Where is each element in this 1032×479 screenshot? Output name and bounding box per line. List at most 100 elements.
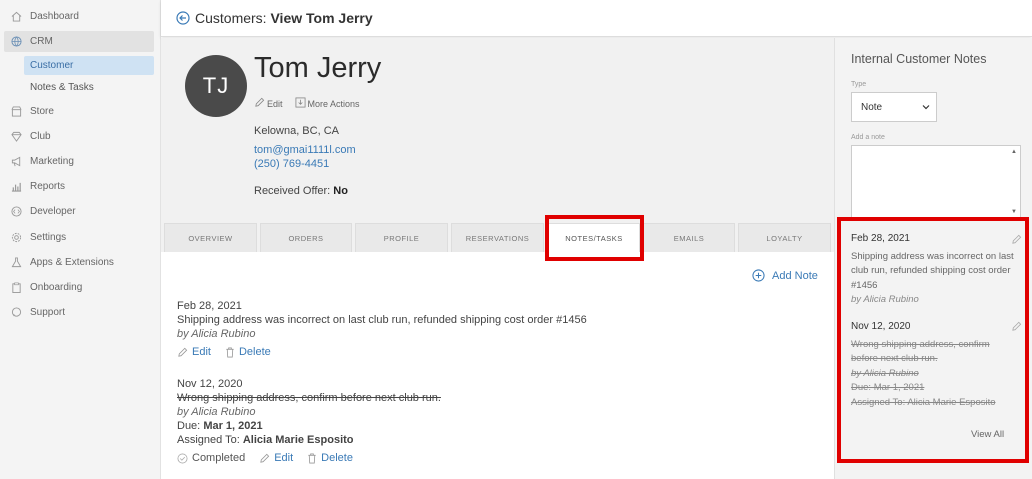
scroll-down-icon[interactable]: ▼ [1011, 209, 1017, 215]
tab-profile[interactable]: PROFILE [355, 223, 448, 252]
panel-title: Internal Customer Notes [851, 52, 987, 66]
plus-circle-icon [752, 269, 765, 282]
gear-icon [10, 232, 22, 244]
check-circle-icon [177, 453, 188, 463]
sidebar-subitem-label: Customer [30, 60, 74, 71]
sidebar-subitem-customer[interactable]: Customer [24, 56, 154, 75]
edit-note-button[interactable]: Edit [177, 346, 211, 358]
delete-note-label: Delete [321, 452, 353, 464]
note-assigned: Assigned To: Alicia Marie Esposito [177, 433, 441, 447]
sidebar-item-crm[interactable]: CRM [4, 31, 154, 52]
avatar: TJ [185, 55, 247, 117]
add-note-button[interactable]: Add Note [752, 269, 818, 282]
customer-email[interactable]: tom@gmai1111l.com [254, 144, 356, 156]
sidebar-item-club[interactable]: Club [4, 126, 154, 147]
pencil-icon [178, 347, 188, 357]
delete-note-button[interactable]: Delete [307, 452, 353, 464]
megaphone-icon [10, 156, 22, 168]
trash-icon [308, 453, 316, 463]
highlight-box-tab [545, 215, 644, 261]
note-textarea[interactable]: ▲ ▼ [851, 145, 1021, 219]
pencil-icon[interactable] [254, 97, 265, 110]
tab-orders[interactable]: ORDERS [260, 223, 352, 252]
customer-location: Kelowna, BC, CA [254, 125, 339, 137]
sidebar-item-label: CRM [30, 36, 53, 47]
scroll-up-icon[interactable]: ▲ [1011, 149, 1017, 155]
sidebar-item-support[interactable]: Support [4, 302, 154, 323]
note-text: Wrong shipping address, confirm before n… [177, 392, 441, 404]
more-actions-button[interactable]: More Actions [308, 99, 360, 109]
received-offer-value: No [333, 185, 348, 197]
tab-loyalty[interactable]: LOYALTY [738, 223, 831, 252]
sidebar-item-label: Store [30, 106, 54, 117]
type-select[interactable]: Note [851, 92, 937, 122]
customer-name: Tom Jerry [254, 52, 382, 84]
sidebar-item-dashboard[interactable]: Dashboard [4, 6, 154, 27]
chevron-down-icon [922, 105, 930, 110]
completed-label: Completed [192, 452, 246, 464]
sidebar-item-label: Club [30, 131, 51, 142]
delete-note-label: Delete [238, 346, 271, 358]
page-header: Customers: View Tom Jerry [161, 0, 1032, 37]
tab-reservations[interactable]: RESERVATIONS [451, 223, 544, 252]
note-due-label: Due: [177, 420, 201, 432]
globe-icon [10, 36, 22, 48]
bar-chart-icon [10, 181, 22, 193]
note-item: Feb 28, 2021 Shipping address was incorr… [177, 299, 587, 341]
store-icon [10, 106, 22, 118]
highlight-box-panel-notes [837, 217, 1029, 463]
sidebar-item-label: Dashboard [30, 11, 79, 22]
type-label: Type [851, 81, 867, 88]
sidebar-item-label: Apps & Extensions [30, 257, 114, 268]
note-due-value: Mar 1, 2021 [203, 420, 263, 432]
pencil-icon [260, 453, 270, 463]
edit-profile-button[interactable]: Edit [267, 99, 283, 109]
sidebar-item-reports[interactable]: Reports [4, 176, 154, 197]
clipboard-icon [10, 282, 22, 294]
edit-note-button[interactable]: Edit [259, 452, 293, 464]
note-author: by Alicia Rubino [177, 328, 256, 340]
received-offer: Received Offer: No [254, 185, 348, 197]
sidebar-item-marketing[interactable]: Marketing [4, 151, 154, 172]
customer-profile: TJ Tom Jerry Edit More Actions Kelowna, … [161, 38, 834, 252]
trash-icon [226, 347, 234, 357]
code-icon [10, 206, 22, 218]
note-assigned-label: Assigned To: [177, 434, 240, 446]
sidebar-item-store[interactable]: Store [4, 101, 154, 122]
chat-icon [10, 307, 22, 319]
note-text: Shipping address was incorrect on last c… [177, 314, 587, 326]
received-offer-label: Received Offer: [254, 185, 331, 197]
edit-note-label: Edit [274, 452, 294, 464]
download-icon[interactable] [295, 97, 306, 110]
add-note-label: Add Note [772, 269, 818, 282]
page-title: Customers: View Tom Jerry [195, 10, 373, 26]
note-date: Feb 28, 2021 [177, 300, 242, 312]
completed-status[interactable]: Completed [177, 452, 245, 464]
note-due: Due: Mar 1, 2021 [177, 419, 441, 433]
tab-overview[interactable]: OVERVIEW [164, 223, 257, 252]
sidebar-item-label: Reports [30, 181, 66, 192]
note-actions: Edit Delete [177, 346, 285, 358]
sidebar-item-settings[interactable]: Settings [4, 227, 154, 248]
flask-icon [10, 257, 22, 269]
diamond-icon [10, 131, 22, 143]
note-actions: Completed Edit Delete [177, 452, 367, 464]
note-item: Nov 12, 2020 Wrong shipping address, con… [177, 377, 441, 447]
note-date: Nov 12, 2020 [177, 378, 243, 390]
sidebar-item-label: Developer [30, 206, 76, 217]
delete-note-button[interactable]: Delete [225, 346, 271, 358]
sidebar-subitem-label: Notes & Tasks [30, 82, 94, 93]
sidebar-subitem-notes-tasks[interactable]: Notes & Tasks [24, 78, 154, 97]
back-arrow-icon[interactable] [176, 11, 190, 25]
sidebar-item-developer[interactable]: Developer [4, 201, 154, 222]
type-select-value: Note [861, 101, 883, 113]
note-author: by Alicia Rubino [177, 406, 256, 418]
tab-emails[interactable]: EMAILS [643, 223, 735, 252]
home-icon [10, 11, 22, 23]
customer-phone[interactable]: (250) 769-4451 [254, 158, 329, 170]
sidebar-item-apps-extensions[interactable]: Apps & Extensions [4, 252, 154, 273]
sidebar-item-onboarding[interactable]: Onboarding [4, 277, 154, 298]
note-assigned-value: Alicia Marie Esposito [242, 434, 354, 446]
edit-note-label: Edit [192, 346, 211, 358]
sidebar-item-label: Onboarding [30, 282, 83, 293]
